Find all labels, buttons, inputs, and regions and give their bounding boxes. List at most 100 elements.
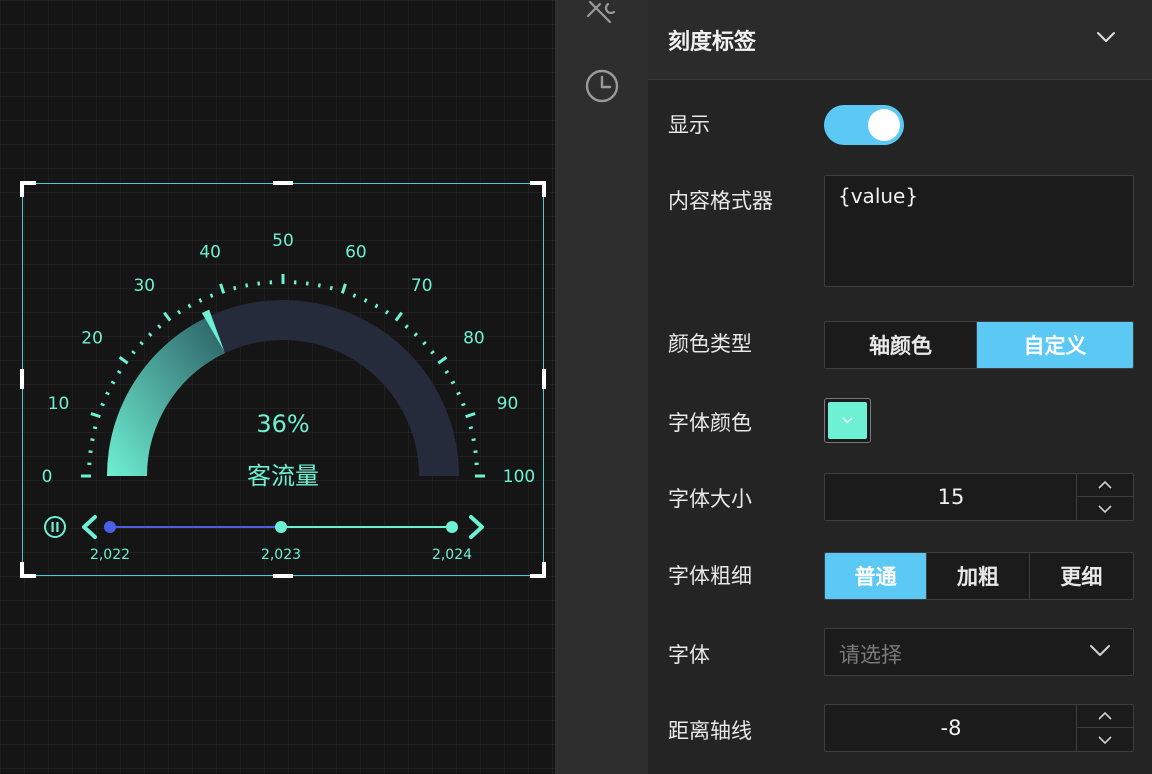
gauge-minor-tick: [198, 298, 203, 303]
tools-icon[interactable]: [584, 0, 620, 26]
chevron-down-icon: [842, 417, 853, 424]
gauge-minor-tick: [305, 281, 309, 286]
toggle-knob: [868, 109, 900, 141]
gauge-major-tick: [394, 311, 403, 322]
font-size-stepper[interactable]: 15: [824, 473, 1134, 521]
chevron-up-icon: [1098, 480, 1112, 489]
increment-button[interactable]: [1077, 474, 1133, 497]
font-color-swatch[interactable]: [824, 398, 871, 443]
gauge-major-tick: [118, 356, 129, 365]
chevron-down-icon: [1090, 645, 1110, 656]
font-weight-bold-option[interactable]: 加粗: [927, 553, 1030, 599]
gauge-minor-tick: [413, 332, 419, 337]
timeline-year-label: 2,024: [432, 547, 472, 563]
app-root: 0 10 20 30 40 50 60 70 80 90 100 36% 客流量 2,022 2,02…: [0, 0, 1152, 774]
timeline-year-label: 2,023: [261, 547, 301, 563]
gauge-minor-tick: [471, 438, 476, 442]
chevron-down-icon: [1098, 504, 1112, 513]
gauge-minor-tick: [147, 332, 153, 337]
color-type-segmented: 轴颜色 自定义: [824, 321, 1134, 369]
gauge-minor-tick: [131, 350, 136, 355]
distance-stepper[interactable]: -8: [824, 704, 1134, 752]
gauge-minor-tick: [384, 309, 390, 315]
timeline-player: 2,022 2,023 2,024: [44, 515, 484, 563]
decrement-button[interactable]: [1077, 728, 1133, 751]
color-type-label: 颜色类型: [668, 332, 752, 356]
distance-value[interactable]: -8: [825, 705, 1077, 751]
history-clock-icon[interactable]: [584, 69, 620, 105]
gauge-minor-tick: [90, 438, 95, 442]
gauge-tick-label: 60: [345, 243, 367, 263]
gauge-minor-tick: [461, 402, 466, 407]
gauge-minor-tick: [422, 340, 427, 346]
font-size-value[interactable]: 15: [825, 474, 1077, 520]
gauge-tick-label: 10: [48, 394, 70, 414]
gauge-minor-tick: [100, 402, 105, 407]
gauge-minor-tick: [157, 324, 162, 329]
section-header[interactable]: 刻度标签: [648, 0, 1152, 80]
show-label: 显示: [668, 113, 710, 137]
timeline-node[interactable]: [446, 521, 458, 533]
font-family-label: 字体: [668, 643, 710, 667]
gauge-minor-tick: [92, 426, 98, 430]
font-size-label: 字体大小: [668, 487, 752, 511]
gauge-minor-tick: [176, 309, 182, 315]
font-family-placeholder: 请选择: [839, 643, 902, 667]
next-arrow-icon[interactable]: [469, 515, 484, 539]
gauge-minor-tick: [404, 324, 409, 329]
gauge-minor-tick: [363, 298, 368, 303]
gauge-minor-tick: [110, 380, 116, 385]
editor-canvas[interactable]: 0 10 20 30 40 50 60 70 80 90 100 36% 客流量 2,022 2,02…: [0, 0, 555, 774]
property-panel: 刻度标签 显示 内容格式器 {value} 颜色类型 轴颜色 自定义 字体颜色 …: [648, 0, 1152, 774]
decrement-button[interactable]: [1077, 497, 1133, 520]
format-textarea[interactable]: {value}: [824, 175, 1134, 287]
gauge-major-tick: [90, 412, 101, 419]
gauge-minor-tick: [116, 369, 122, 375]
font-color-label: 字体颜色: [668, 411, 752, 435]
timeline-node[interactable]: [275, 521, 287, 533]
gauge-minor-tick: [257, 281, 261, 286]
stepper-buttons: [1076, 474, 1133, 520]
gauge-minor-tick: [473, 450, 478, 454]
gauge-tick-label: 50: [272, 231, 294, 251]
timeline-node[interactable]: [104, 521, 116, 533]
pause-bar-left: [51, 522, 54, 532]
font-weight-label: 字体粗细: [668, 564, 752, 588]
font-weight-normal-option[interactable]: 普通: [825, 553, 928, 599]
font-weight-light-option[interactable]: 更细: [1030, 553, 1133, 599]
chevron-down-icon: [1098, 735, 1112, 744]
gauge-tick-label: 0: [42, 467, 53, 487]
gauge-tick-label: 20: [81, 328, 103, 348]
gauge-tick-label: 100: [503, 467, 535, 487]
gauge-major-tick: [465, 412, 476, 419]
gauge-minor-tick: [209, 293, 214, 298]
gauge-minor-tick: [468, 426, 474, 430]
gauge-minor-tick: [139, 340, 144, 346]
gauge-major-tick: [219, 283, 226, 294]
gauge-minor-tick: [444, 369, 450, 375]
gauge-minor-tick: [430, 350, 435, 355]
gauge-major-tick: [340, 283, 347, 294]
distance-label: 距离轴线: [668, 719, 752, 743]
format-label: 内容格式器: [668, 189, 773, 213]
stepper-buttons: [1076, 705, 1133, 751]
collapse-chevron-icon[interactable]: [1096, 30, 1116, 44]
pause-icon[interactable]: [44, 516, 66, 538]
font-family-select[interactable]: 请选择: [824, 628, 1134, 676]
color-type-custom-option[interactable]: 自定义: [977, 322, 1133, 368]
gauge-minor-tick: [317, 283, 321, 288]
gauge-minor-tick: [245, 283, 249, 288]
timeline-year-label: 2,022: [90, 547, 130, 563]
show-toggle[interactable]: [824, 105, 904, 145]
gauge-minor-tick: [456, 391, 461, 396]
color-type-axis-option[interactable]: 轴颜色: [825, 322, 978, 368]
gauge-progress: [107, 316, 226, 476]
gauge-tick-label: 70: [411, 276, 433, 296]
increment-button[interactable]: [1077, 705, 1133, 728]
gauge-minor-tick: [450, 380, 456, 385]
gauge-tick-label: 30: [133, 276, 155, 296]
gauge-name-text: 客流量: [247, 462, 319, 490]
prev-arrow-icon[interactable]: [82, 515, 97, 539]
gauge-tick-label: 80: [463, 328, 485, 348]
pause-bar-right: [56, 522, 59, 532]
